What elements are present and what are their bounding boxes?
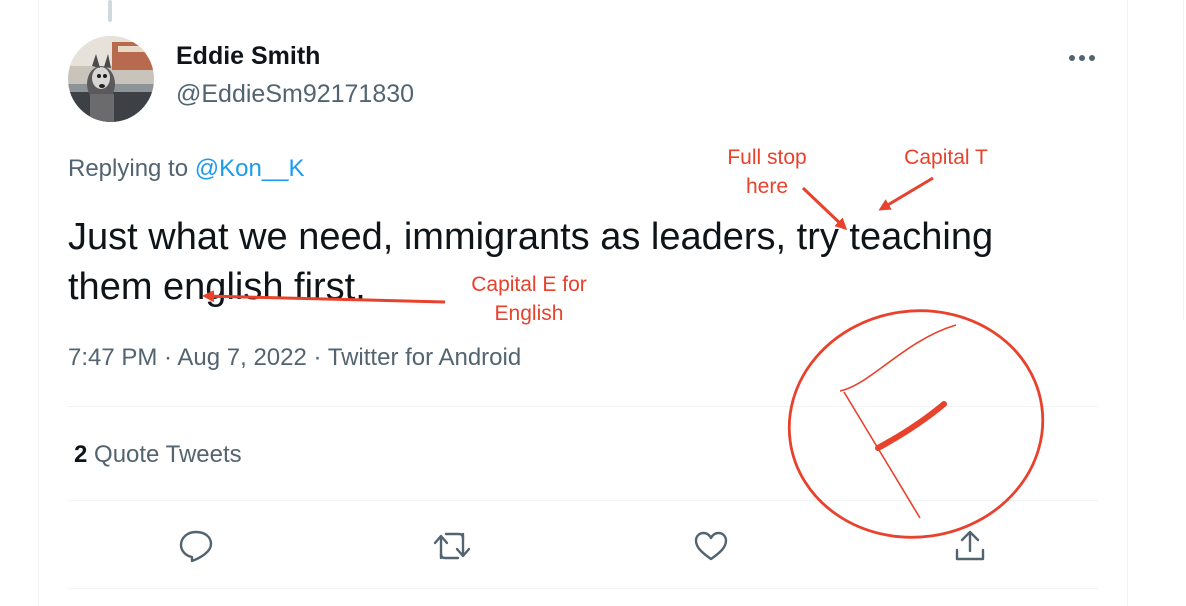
- retweet-button[interactable]: [430, 524, 474, 568]
- tweet-date[interactable]: Aug 7, 2022: [177, 344, 306, 371]
- like-icon: [694, 531, 728, 561]
- share-button[interactable]: [948, 524, 992, 568]
- tweet-client: Twitter for Android: [327, 344, 522, 371]
- quote-tweets-link[interactable]: 2 Quote Tweets: [74, 441, 242, 469]
- annotation-full-stop-line2: here: [745, 175, 789, 198]
- thread-connector-line: [108, 0, 112, 22]
- tweet-text-line1: Just what we need, immigrants as leaders…: [68, 216, 994, 258]
- grade-f-mark: [839, 324, 957, 519]
- annotation-capital-e-line1: Capital E for: [471, 273, 587, 296]
- avatar-photo: [68, 36, 154, 122]
- author-name[interactable]: Eddie Smith: [176, 42, 320, 71]
- replying-handle-link[interactable]: @Kon__K: [195, 155, 305, 182]
- annotation-full-stop: Full stop here: [712, 143, 822, 201]
- tweet-time[interactable]: 7:47 PM: [68, 344, 157, 371]
- divider: [68, 406, 1098, 407]
- divider: [68, 588, 1098, 589]
- annotation-capital-t: Capital T: [904, 146, 988, 169]
- avatar[interactable]: [68, 36, 154, 122]
- sidebar-border: [1183, 0, 1184, 320]
- tweet-meta: 7:47 PM · Aug 7, 2022 · Twitter for Andr…: [68, 344, 521, 372]
- annotation-capital-e: Capital E for English: [456, 270, 602, 328]
- quote-label: Quote Tweets: [87, 441, 242, 468]
- like-button[interactable]: [689, 524, 733, 568]
- reply-icon: [179, 530, 213, 563]
- timeline-border-right: [1127, 0, 1128, 606]
- grade-circle: [787, 309, 1045, 539]
- share-icon: [955, 530, 985, 561]
- arrow-capital-t: [878, 176, 934, 211]
- meta-separator: ·: [157, 344, 178, 371]
- divider: [68, 500, 1098, 501]
- author-handle[interactable]: @EddieSm92171830: [176, 80, 414, 109]
- quote-count: 2: [74, 441, 88, 468]
- meta-separator: ·: [306, 344, 328, 371]
- replying-to: Replying to @Kon__K: [68, 155, 305, 183]
- annotation-capital-e-line2: English: [494, 302, 564, 325]
- replying-prefix: Replying to: [68, 155, 195, 182]
- reply-button[interactable]: [174, 524, 218, 568]
- retweet-icon: [433, 532, 471, 560]
- more-dots-icon: [1069, 55, 1095, 61]
- timeline-border-left: [38, 0, 39, 606]
- more-options-button[interactable]: [1062, 42, 1102, 74]
- annotation-full-stop-line1: Full stop: [727, 146, 807, 169]
